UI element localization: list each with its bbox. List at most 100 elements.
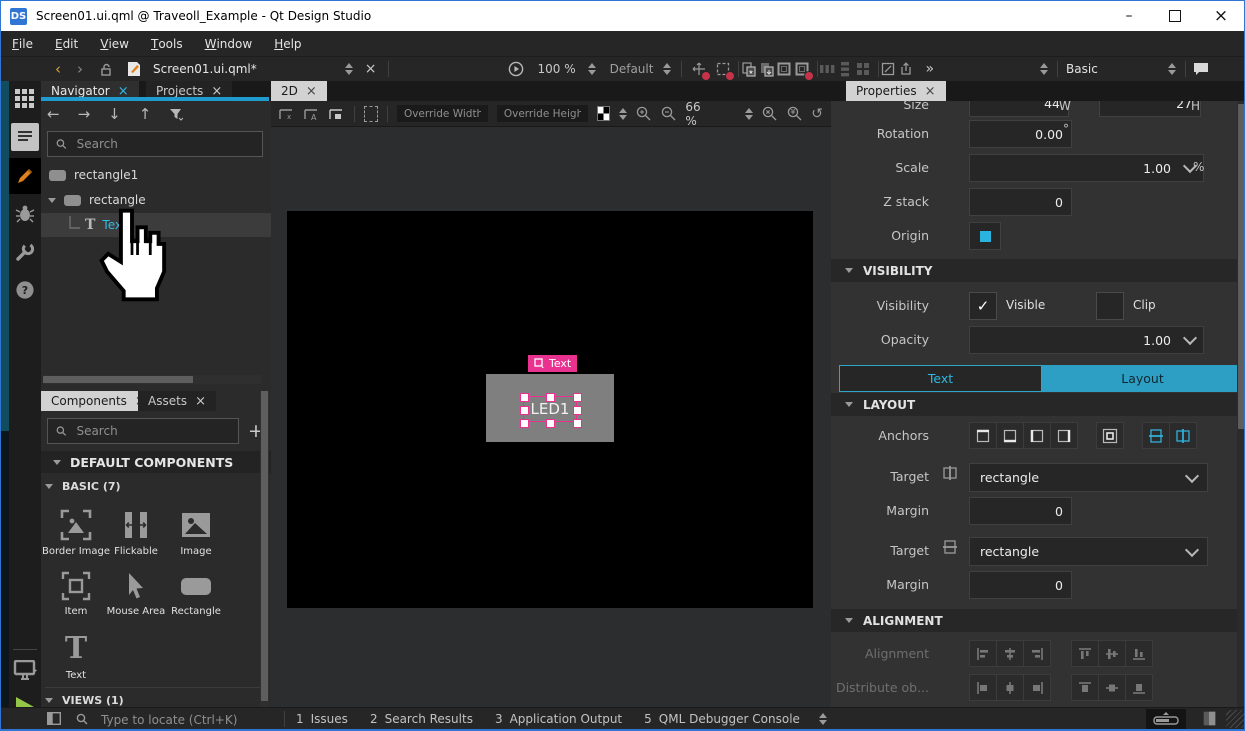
panes-spinner-icon[interactable] [819,713,827,725]
resize-handle[interactable] [546,393,555,402]
chevron-down-icon[interactable] [1183,331,1197,345]
alignment-section-header[interactable]: ALIGNMENT [831,609,1245,632]
tab-projects-close-icon[interactable]: × [211,85,222,98]
anchor-fill-button[interactable] [1096,422,1124,449]
rectangle-element[interactable]: Text LED1 [486,374,614,442]
zoom-selection-icon[interactable] [762,105,778,123]
pane-qml-debugger-console[interactable]: 5QML Debugger Console [633,712,811,726]
root-item-canvas[interactable]: Text LED1 [287,211,813,608]
scrollbar-thumb[interactable] [43,376,193,383]
override-height-input[interactable] [502,107,583,121]
kit-spinner2-icon[interactable] [1168,63,1176,75]
kit-selector[interactable]: Basic [1066,62,1098,76]
distribute-bottom-icon[interactable] [1125,674,1153,701]
zoom-in-icon[interactable] [636,105,652,123]
component-image[interactable]: Image [166,509,226,557]
components-search-input[interactable] [74,423,230,439]
align-top-icon[interactable] [1071,640,1099,667]
pane-application-output[interactable]: 3Application Output [484,712,633,726]
properties-vscrollbar[interactable] [1237,101,1245,707]
rotation-field[interactable]: 0.00 [969,120,1072,148]
clip-checkbox[interactable] [1096,292,1124,320]
maximize-button[interactable] [1152,1,1198,31]
zstack-field[interactable]: 0 [969,188,1072,216]
menu-help[interactable]: Help [263,31,312,56]
preview-zoom-spinner-icon[interactable] [588,63,596,75]
close-button[interactable]: × [1198,1,1244,31]
nav-move-right-icon[interactable]: → [78,105,91,123]
nav-move-left-icon[interactable]: ← [47,105,60,123]
back-icon[interactable]: ‹ [47,60,69,78]
distribute-horizontal-center-icon[interactable] [996,674,1024,701]
properties-tab-text[interactable]: Text [839,365,1042,392]
resize-handle[interactable] [520,419,529,428]
export-icon[interactable] [897,60,915,78]
layout-section-header[interactable]: LAYOUT [831,393,1245,416]
component-border-image[interactable]: Border Image [46,509,106,557]
canvas-zoom-spinner-icon[interactable] [745,108,753,120]
toggle-left-sidebar-icon[interactable] [45,710,63,728]
override-width-input[interactable] [402,107,483,121]
style-selector[interactable]: Default [610,62,654,76]
menu-tools[interactable]: Tools [140,31,194,56]
properties-tab-layout[interactable]: Layout [1042,365,1243,392]
scrollbar-thumb[interactable] [261,391,268,701]
reset-view-icon[interactable]: x [279,105,295,123]
tab-assets[interactable]: Assets × [138,391,216,411]
resize-handle[interactable] [573,419,582,428]
zoom-out-icon[interactable] [661,105,677,123]
override-width-field[interactable] [397,105,488,122]
anchor-horizontal-center-button[interactable] [1169,422,1197,449]
margin2-field[interactable]: 0 [969,571,1072,599]
override-height-field[interactable] [497,105,588,122]
navigator-search-input[interactable] [75,136,254,152]
component-item[interactable]: Item [46,571,106,617]
reset-zoom-icon[interactable]: ↺ [811,106,823,122]
resize-handle[interactable] [520,393,529,402]
menu-file[interactable]: File [1,31,44,56]
tree-item-rectangle1[interactable]: rectangle1 [41,163,271,187]
align-vertical-center-icon[interactable] [1098,640,1126,667]
toggle-right-sidebar-icon[interactable] [1200,710,1218,728]
component-text[interactable]: T Text [46,633,106,681]
distribute-top-icon[interactable] [1071,674,1099,701]
border-style-icon[interactable] [775,60,793,78]
fit-canvas-icon[interactable] [329,105,345,123]
section-views[interactable]: VIEWS (1) [45,694,124,707]
rows-layout-icon[interactable] [836,60,854,78]
component-mouse-area[interactable]: Mouse Area [106,571,166,617]
tab-2d-close-icon[interactable]: × [306,85,317,98]
target2-dropdown[interactable]: rectangle [969,537,1208,566]
menu-edit[interactable]: Edit [44,31,89,56]
nav-move-up-icon[interactable]: ↑ [139,105,152,123]
grid-layout-icon[interactable] [854,60,872,78]
swatch-spinner-icon[interactable] [619,108,627,120]
resize-handle[interactable] [520,406,529,415]
pane-issues[interactable]: 1Issues [285,712,359,726]
nav-move-down-icon[interactable]: ↓ [108,105,121,123]
navigator-hscrollbar[interactable] [43,375,261,384]
lock-icon[interactable] [97,60,115,78]
design-mode-icon[interactable] [9,158,41,194]
menu-view[interactable]: View [89,31,140,56]
kit-spinner-icon[interactable] [1040,63,1048,75]
resize-handle[interactable] [573,393,582,402]
close-document-icon[interactable]: × [353,61,389,77]
build-progress-icon[interactable] [1146,709,1186,729]
move-component-icon[interactable] [690,60,708,78]
debug-mode-icon[interactable] [11,200,39,228]
tab-properties-close-icon[interactable]: × [925,85,936,98]
live-preview-icon[interactable] [11,657,39,685]
edit-mode-icon[interactable] [11,123,39,151]
make-component-icon[interactable] [714,60,732,78]
scrollbar-thumb[interactable] [1238,104,1244,429]
distribute-right-icon[interactable] [1023,674,1051,701]
anchor-right-button[interactable] [1050,422,1078,449]
expand-caret-icon[interactable] [48,198,56,203]
show-bounds-icon[interactable] [364,106,378,122]
align-horizontal-center-icon[interactable] [996,640,1024,667]
distribute-vertical-center-icon[interactable] [1098,674,1126,701]
minimize-button[interactable]: – [1106,1,1152,31]
align-bottom-icon[interactable] [1125,640,1153,667]
component-rectangle[interactable]: Rectangle [166,571,226,617]
